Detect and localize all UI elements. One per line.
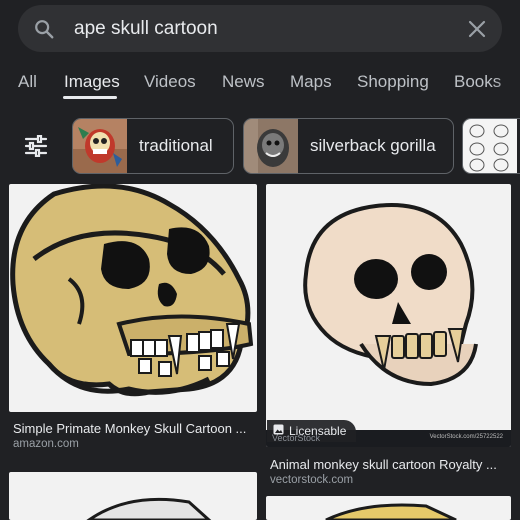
tab-news[interactable]: News (222, 72, 265, 92)
tabs-scroll-fade (494, 56, 520, 106)
tab-videos[interactable]: Videos (144, 72, 196, 92)
result-thumbnail[interactable] (9, 184, 257, 412)
skull-image (325, 503, 457, 520)
result-thumbnail[interactable]: VectorStock.com/25722522 (266, 184, 511, 447)
chip-traditional[interactable]: traditional (72, 118, 234, 174)
close-icon[interactable] (452, 5, 502, 52)
result-source[interactable]: vectorstock.com (270, 474, 353, 486)
result-title[interactable]: Animal monkey skull cartoon Royalty ... (270, 457, 497, 472)
chip-label: silverback gorilla (310, 136, 436, 155)
result-title[interactable]: Simple Primate Monkey Skull Cartoon ... (13, 421, 246, 436)
image-result[interactable]: Simple Primate Monkey Skull Cartoon ... … (9, 184, 257, 454)
chip-sketch[interactable] (462, 118, 520, 174)
active-tab-indicator (63, 96, 117, 99)
tab-all[interactable]: All (18, 72, 37, 92)
watermark-footer-text: VectorStock.com/25722522 (429, 434, 503, 440)
watermark-text: VectorStock (272, 433, 321, 443)
skull-image (86, 497, 212, 520)
search-bar[interactable]: ape skull cartoon (18, 5, 502, 52)
ape-skull-image (10, 184, 254, 397)
chip-silverback-gorilla[interactable]: silverback gorilla (243, 118, 454, 174)
chip-thumbnail (463, 119, 517, 173)
monkey-skull-image (303, 203, 478, 387)
result-thumbnail[interactable] (9, 472, 257, 520)
result-thumbnail[interactable] (266, 496, 511, 520)
image-result[interactable] (9, 472, 257, 520)
related-chips: traditional silverback gorilla (0, 118, 520, 174)
chip-thumbnail (244, 119, 298, 173)
tab-shopping[interactable]: Shopping (357, 72, 429, 92)
tune-icon[interactable] (18, 130, 54, 162)
chip-label: traditional (139, 136, 213, 155)
chip-thumbnail (73, 119, 127, 173)
tab-maps[interactable]: Maps (290, 72, 332, 92)
image-result[interactable] (266, 496, 511, 520)
tab-images[interactable]: Images (64, 72, 120, 92)
search-input[interactable]: ape skull cartoon (70, 18, 452, 40)
search-icon[interactable] (18, 5, 70, 52)
result-source[interactable]: amazon.com (13, 438, 79, 450)
